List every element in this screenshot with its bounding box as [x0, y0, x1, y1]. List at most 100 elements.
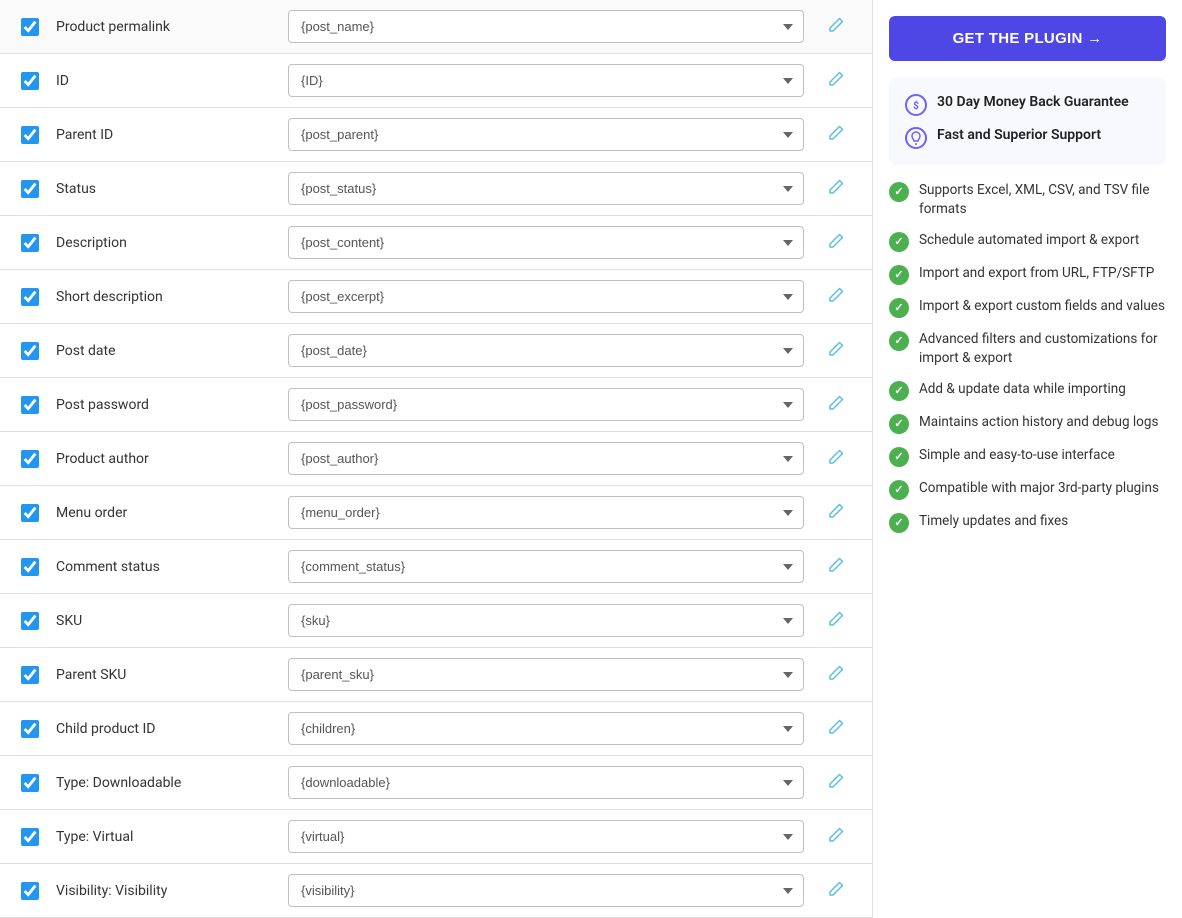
select-cell-product-author: {post_author} [288, 442, 804, 475]
table-row: SKU {sku} [0, 594, 872, 648]
select-status[interactable]: {post_status} [288, 172, 804, 205]
get-plugin-button[interactable]: GET THE PLUGIN → [889, 16, 1166, 61]
select-cell-type-virtual: {virtual} [288, 820, 804, 853]
edit-icon-comment-status[interactable] [828, 557, 844, 577]
guarantee-box: $ 30 Day Money Back Guarantee Fast and S… [889, 77, 1166, 165]
select-sku[interactable]: {sku} [288, 604, 804, 637]
label-status: Status [56, 181, 276, 197]
label-parent-id: Parent ID [56, 127, 276, 143]
checkbox-type-virtual[interactable] [21, 828, 39, 846]
select-description[interactable]: {post_content} [288, 226, 804, 259]
checkbox-id[interactable] [21, 72, 39, 90]
feature-text: Maintains action history and debug logs [919, 413, 1158, 432]
checkbox-menu-order[interactable] [21, 504, 39, 522]
feature-item: Import & export custom fields and values [889, 297, 1166, 318]
edit-icon-status[interactable] [828, 179, 844, 199]
checkbox-product-permalink[interactable] [21, 18, 39, 36]
feature-item: Maintains action history and debug logs [889, 413, 1166, 434]
table-row: Description {post_content} [0, 216, 872, 270]
table-row: ID {ID} [0, 54, 872, 108]
action-cell-child-product-id [816, 719, 856, 739]
checkbox-description[interactable] [21, 234, 39, 252]
select-product-permalink[interactable]: {post_name} [288, 10, 804, 43]
select-short-description[interactable]: {post_excerpt} [288, 280, 804, 313]
edit-icon-post-password[interactable] [828, 395, 844, 415]
select-child-product-id[interactable]: {children} [288, 712, 804, 745]
money-back-icon: $ [905, 94, 927, 116]
edit-icon-parent-id[interactable] [828, 125, 844, 145]
table-row: Post date {post_date} [0, 324, 872, 378]
table-row: Parent SKU {parent_sku} [0, 648, 872, 702]
feature-text: Simple and easy-to-use interface [919, 446, 1115, 465]
select-menu-order[interactable]: {menu_order} [288, 496, 804, 529]
checkbox-type-downloadable[interactable] [21, 774, 39, 792]
select-post-password[interactable]: {post_password} [288, 388, 804, 421]
edit-icon-child-product-id[interactable] [828, 719, 844, 739]
feature-text: Schedule automated import & export [919, 231, 1139, 250]
checkbox-cell-description [16, 234, 44, 252]
label-visibility-visibility: Visibility: Visibility [56, 883, 276, 899]
edit-icon-product-permalink[interactable] [828, 17, 844, 37]
checkbox-status[interactable] [21, 180, 39, 198]
checkbox-sku[interactable] [21, 612, 39, 630]
action-cell-parent-id [816, 125, 856, 145]
action-cell-type-downloadable [816, 773, 856, 793]
feature-text: Timely updates and fixes [919, 512, 1068, 531]
label-post-password: Post password [56, 397, 276, 413]
label-type-virtual: Type: Virtual [56, 829, 276, 845]
action-cell-menu-order [816, 503, 856, 523]
select-cell-type-downloadable: {downloadable} [288, 766, 804, 799]
checkbox-parent-id[interactable] [21, 126, 39, 144]
edit-icon-short-description[interactable] [828, 287, 844, 307]
svg-text:$: $ [913, 99, 919, 112]
action-cell-id [816, 71, 856, 91]
checkbox-cell-parent-sku [16, 666, 44, 684]
edit-icon-type-virtual[interactable] [828, 827, 844, 847]
checkbox-child-product-id[interactable] [21, 720, 39, 738]
select-cell-product-permalink: {post_name} [288, 10, 804, 43]
select-cell-menu-order: {menu_order} [288, 496, 804, 529]
select-parent-sku[interactable]: {parent_sku} [288, 658, 804, 691]
edit-icon-id[interactable] [828, 71, 844, 91]
edit-icon-menu-order[interactable] [828, 503, 844, 523]
edit-icon-product-author[interactable] [828, 449, 844, 469]
action-cell-short-description [816, 287, 856, 307]
select-product-author[interactable]: {post_author} [288, 442, 804, 475]
checkbox-cell-post-password [16, 396, 44, 414]
label-product-permalink: Product permalink [56, 19, 276, 35]
checkbox-post-date[interactable] [21, 342, 39, 360]
edit-icon-visibility-visibility[interactable] [828, 881, 844, 901]
label-description: Description [56, 235, 276, 251]
edit-icon-post-date[interactable] [828, 341, 844, 361]
edit-icon-description[interactable] [828, 233, 844, 253]
checkbox-cell-visibility-visibility [16, 882, 44, 900]
table-row: Type: Downloadable {downloadable} [0, 756, 872, 810]
action-cell-type-virtual [816, 827, 856, 847]
select-cell-visibility-visibility: {visibility} [288, 874, 804, 907]
select-type-downloadable[interactable]: {downloadable} [288, 766, 804, 799]
money-back-item: $ 30 Day Money Back Guarantee [905, 93, 1150, 116]
select-cell-id: {ID} [288, 64, 804, 97]
support-item: Fast and Superior Support [905, 126, 1150, 149]
select-parent-id[interactable]: {post_parent} [288, 118, 804, 151]
action-cell-product-permalink [816, 17, 856, 37]
select-cell-post-date: {post_date} [288, 334, 804, 367]
checkbox-product-author[interactable] [21, 450, 39, 468]
check-icon [889, 265, 909, 285]
edit-icon-parent-sku[interactable] [828, 665, 844, 685]
edit-icon-type-downloadable[interactable] [828, 773, 844, 793]
select-post-date[interactable]: {post_date} [288, 334, 804, 367]
select-cell-parent-sku: {parent_sku} [288, 658, 804, 691]
checkbox-post-password[interactable] [21, 396, 39, 414]
checkbox-parent-sku[interactable] [21, 666, 39, 684]
checkbox-cell-child-product-id [16, 720, 44, 738]
features-list: Supports Excel, XML, CSV, and TSV file f… [889, 181, 1166, 533]
select-visibility-visibility[interactable]: {visibility} [288, 874, 804, 907]
checkbox-short-description[interactable] [21, 288, 39, 306]
select-comment-status[interactable]: {comment_status} [288, 550, 804, 583]
select-type-virtual[interactable]: {virtual} [288, 820, 804, 853]
edit-icon-sku[interactable] [828, 611, 844, 631]
select-id[interactable]: {ID} [288, 64, 804, 97]
checkbox-visibility-visibility[interactable] [21, 882, 39, 900]
checkbox-comment-status[interactable] [21, 558, 39, 576]
